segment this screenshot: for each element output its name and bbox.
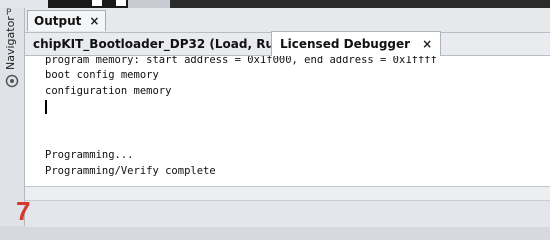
horizontal-scrollbar[interactable] xyxy=(25,186,550,201)
tab-licensed-debugger-label: Licensed Debugger xyxy=(280,37,411,51)
strip-dark-segment xyxy=(170,0,550,8)
top-window-strip xyxy=(0,0,550,8)
strip-marker xyxy=(92,0,102,6)
strip-marker xyxy=(116,0,126,6)
strip-light-segment xyxy=(128,0,170,8)
navigator-icon[interactable] xyxy=(5,74,19,88)
step-number-annotation: 7 xyxy=(16,196,31,226)
text-caret xyxy=(45,100,47,114)
console-line: Programming/Verify complete xyxy=(45,165,216,177)
console-output[interactable]: program memory: start address = 0x1f000,… xyxy=(25,56,550,186)
close-icon[interactable]: × xyxy=(422,37,432,51)
tab-bootloader-label: chipKIT_Bootloader_DP32 (Load, Run) xyxy=(33,37,289,51)
console-line: boot config memory xyxy=(45,69,159,81)
console-line: Programming... xyxy=(45,149,134,161)
output-tab[interactable]: Output × xyxy=(27,10,107,31)
left-side-panel: P Navigator xyxy=(0,8,25,226)
console-line: configuration memory xyxy=(45,85,172,97)
close-icon[interactable]: × xyxy=(89,14,99,28)
navigator-label[interactable]: Navigator xyxy=(4,16,17,70)
console-line: program memory: start address = 0x1f000,… xyxy=(45,56,437,66)
bottom-status-area xyxy=(25,200,550,227)
output-subtabs: chipKIT_Bootloader_DP32 (Load, Run) × Li… xyxy=(25,31,550,56)
output-window-header: Output × xyxy=(25,8,550,33)
tab-licensed-debugger[interactable]: Licensed Debugger × xyxy=(271,31,442,56)
output-tab-label: Output xyxy=(34,14,82,28)
